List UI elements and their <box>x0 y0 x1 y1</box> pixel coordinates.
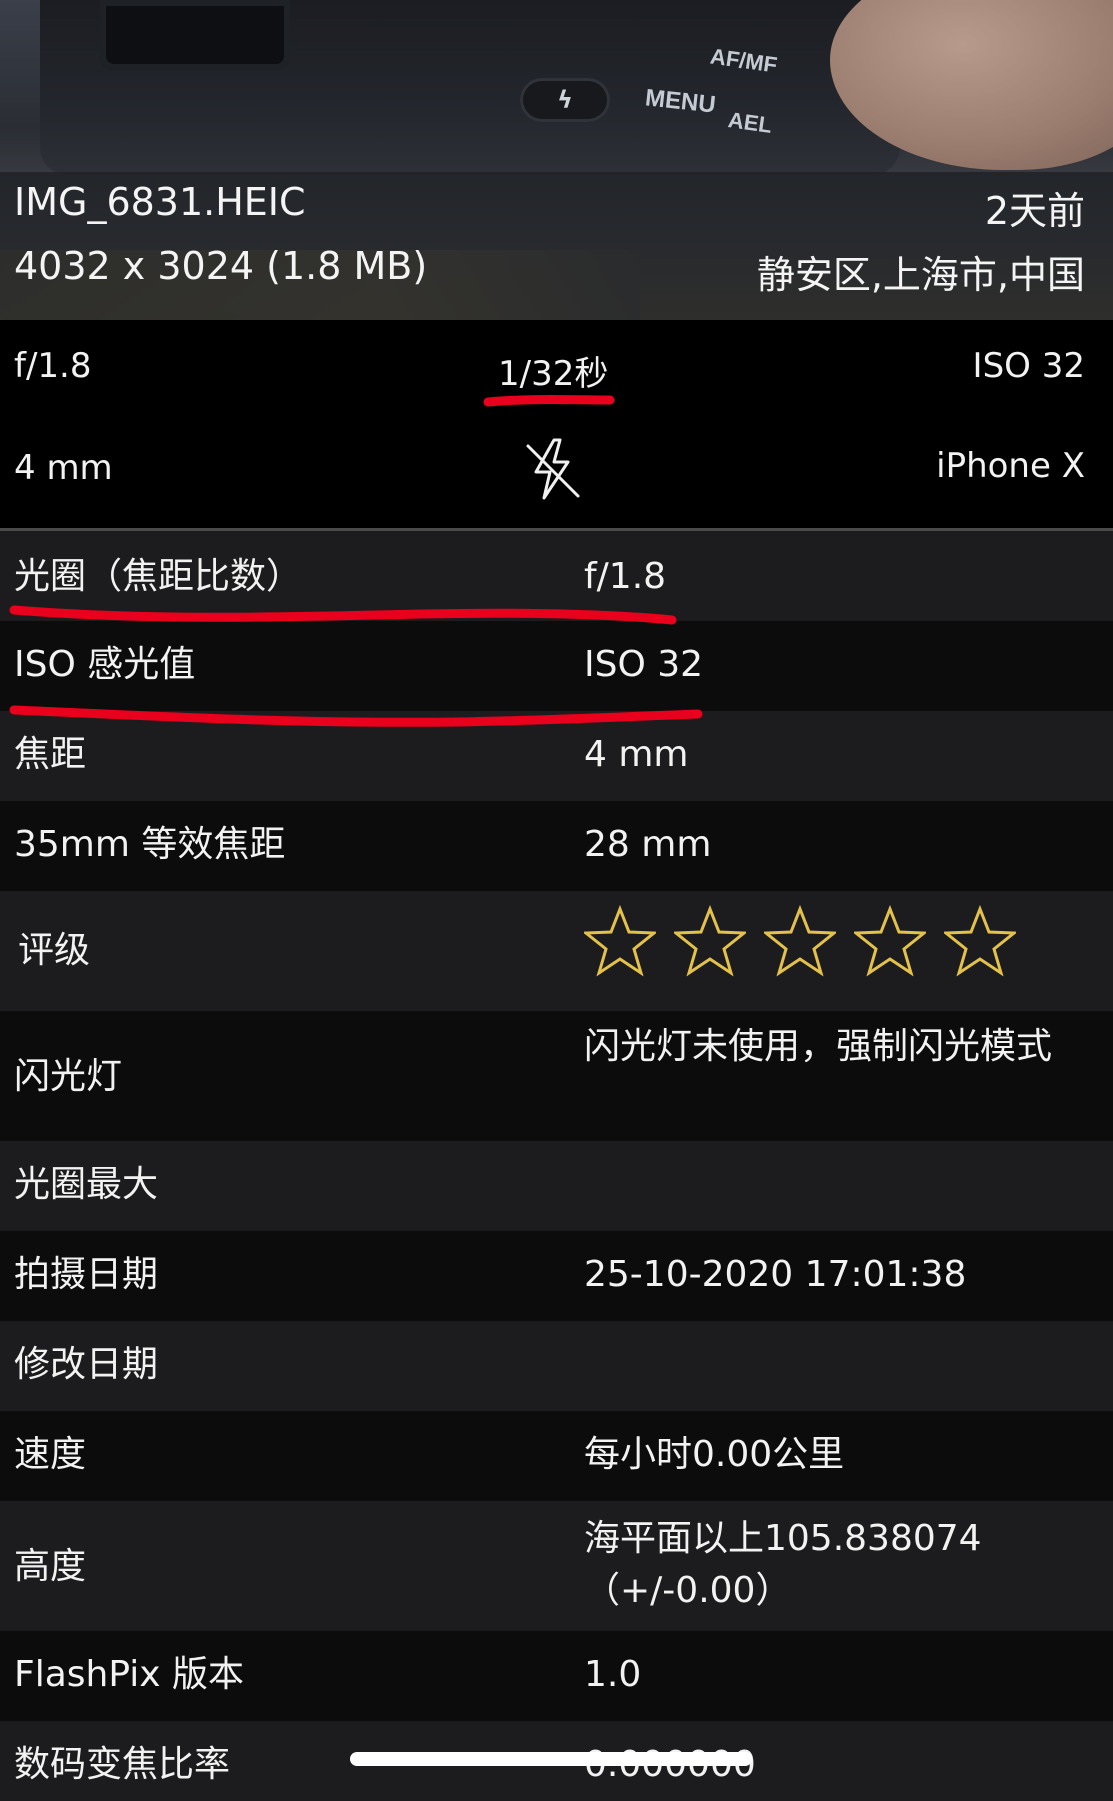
rating-stars[interactable] <box>584 905 1016 977</box>
file-age: 2天前 <box>984 189 1085 233</box>
camera-flash-button-image: ϟ <box>520 78 610 122</box>
detail-value: 4 mm <box>584 734 689 775</box>
detail-key: 修改日期 <box>14 1344 159 1385</box>
detail-key: 焦距 <box>14 734 87 775</box>
detail-value: 闪光灯未使用，强制闪光模式 <box>584 1026 1053 1067</box>
detail-key: ISO 感光值 <box>14 644 196 685</box>
flash-off-icon <box>526 438 580 500</box>
detail-value: ISO 32 <box>584 644 704 685</box>
detail-key: 闪光灯 <box>14 1056 123 1097</box>
detail-value: 每小时0.00公里 <box>584 1434 845 1475</box>
detail-row-focal: 焦距 4 mm <box>0 711 1113 801</box>
detail-row-speed: 速度 每小时0.00公里 <box>0 1411 1113 1501</box>
summary-aperture: f/1.8 <box>14 346 92 386</box>
file-info-overlay: IMG_6831.HEIC 4032 x 3024 (1.8 MB) 2天前 静… <box>0 172 1113 320</box>
detail-row-altitude: 高度 海平面以上105.838074（+/-0.00） <box>0 1501 1113 1631</box>
summary-iso: ISO 32 <box>972 346 1085 386</box>
detail-row-date-taken: 拍摄日期 25-10-2020 17:01:38 <box>0 1231 1113 1321</box>
detail-row-iso: ISO 感光值 ISO 32 <box>0 621 1113 711</box>
detail-key: 35mm 等效焦距 <box>14 824 286 865</box>
detail-row-flash: 闪光灯 闪光灯未使用，强制闪光模式 <box>0 1011 1113 1141</box>
star-icon[interactable] <box>764 905 836 977</box>
detail-key: 拍摄日期 <box>14 1254 159 1295</box>
detail-value: 海平面以上105.838074（+/-0.00） <box>584 1518 982 1611</box>
detail-row-max-aperture: 光圈最大 <box>0 1141 1113 1231</box>
file-location[interactable]: 静安区,上海市,中国 <box>757 244 1085 299</box>
photo-preview[interactable]: ϟ MENU AF/MF AEL IMG_6831.HEIC 4032 x 30… <box>0 0 1113 320</box>
summary-focal: 4 mm <box>14 448 113 488</box>
star-icon[interactable] <box>584 905 656 977</box>
detail-value: f/1.8 <box>584 556 667 597</box>
home-indicator[interactable] <box>350 1752 752 1766</box>
detail-key: 评级 <box>18 930 91 971</box>
detail-key: 高度 <box>14 1546 87 1587</box>
detail-key: 数码变焦比率 <box>14 1744 231 1785</box>
file-name: IMG_6831.HEIC <box>14 180 306 224</box>
detail-row-date-modified: 修改日期 <box>0 1321 1113 1411</box>
detail-value: 25-10-2020 17:01:38 <box>584 1254 967 1295</box>
detail-key: 光圈最大 <box>14 1164 159 1205</box>
detail-row-aperture: 光圈（焦距比数） f/1.8 <box>0 531 1113 621</box>
detail-value: 1.0 <box>584 1654 642 1695</box>
exif-details-list[interactable]: 光圈（焦距比数） f/1.8 ISO 感光值 ISO 32 焦距 4 mm 35… <box>0 531 1113 1801</box>
detail-key: 光圈（焦距比数） <box>14 556 303 597</box>
detail-row-focal35: 35mm 等效焦距 28 mm <box>0 801 1113 891</box>
file-dimensions: 4032 x 3024 (1.8 MB) <box>14 244 428 288</box>
star-icon[interactable] <box>944 905 1016 977</box>
detail-row-rating: 评级 <box>0 891 1113 1011</box>
detail-key: 速度 <box>14 1434 87 1475</box>
summary-shutter: 1/32秒 <box>498 354 609 394</box>
star-icon[interactable] <box>674 905 746 977</box>
detail-value: 28 mm <box>584 824 712 865</box>
star-icon[interactable] <box>854 905 926 977</box>
detail-row-flashpix: FlashPix 版本 1.0 <box>0 1631 1113 1721</box>
detail-key: FlashPix 版本 <box>14 1654 245 1695</box>
camera-viewfinder-image <box>100 0 290 70</box>
summary-model: iPhone X <box>936 446 1085 486</box>
